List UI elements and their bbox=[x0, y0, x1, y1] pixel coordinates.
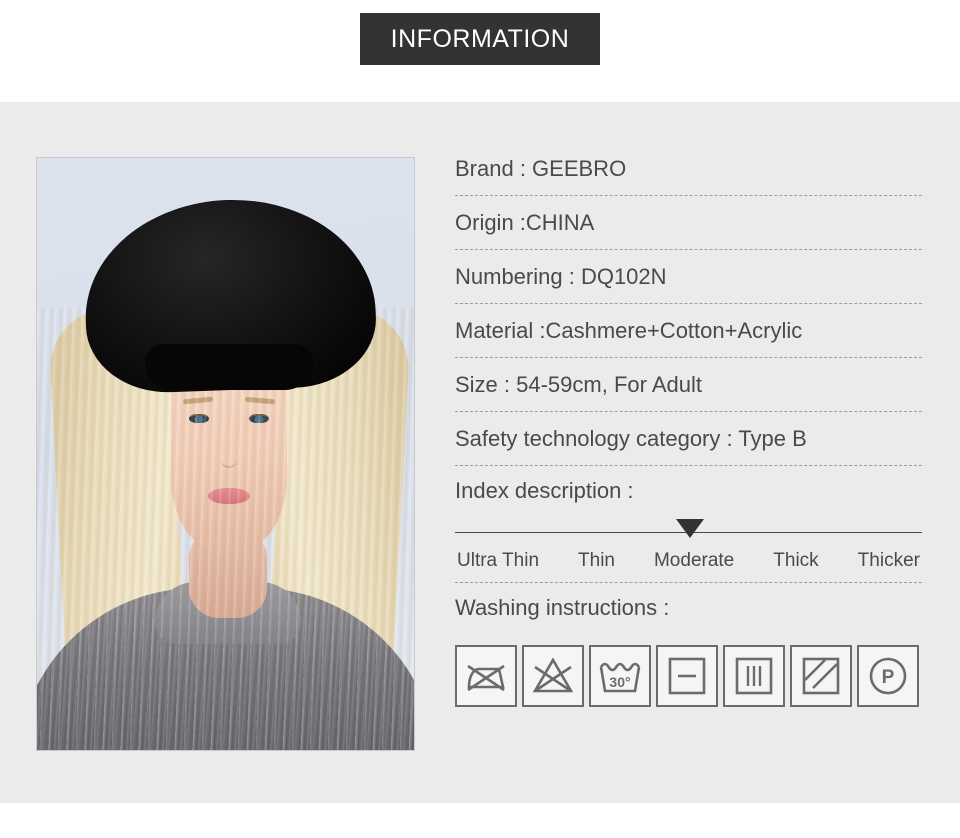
do-not-iron-icon bbox=[455, 645, 517, 707]
scale-label-moderate: Moderate bbox=[653, 550, 735, 571]
page-title: INFORMATION bbox=[360, 13, 600, 65]
specification-list: Brand : GEEBRO Origin :CHINA Numbering :… bbox=[455, 142, 922, 707]
product-photo bbox=[36, 157, 415, 751]
scale-label-thick: Thick bbox=[773, 550, 819, 571]
spec-row-safety-category: Safety technology category : Type B bbox=[455, 412, 922, 466]
do-not-bleach-icon bbox=[522, 645, 584, 707]
drip-dry-icon bbox=[723, 645, 785, 707]
thickness-scale-labels: Ultra Thin Thin Moderate Thick Thicker bbox=[455, 546, 922, 572]
dry-clean-petroleum-icon: P bbox=[857, 645, 919, 707]
spec-row-brand: Brand : GEEBRO bbox=[455, 142, 922, 196]
scale-marker-icon bbox=[676, 519, 704, 538]
dry-clean-letter: P bbox=[882, 667, 895, 688]
wash-temperature-label: 30° bbox=[609, 674, 630, 690]
index-description-section: Index description : Ultra Thin Thin Mode… bbox=[455, 466, 922, 583]
washing-icon-row: 30° P bbox=[455, 635, 922, 707]
spec-row-origin: Origin :CHINA bbox=[455, 196, 922, 250]
washing-instructions-title: Washing instructions : bbox=[455, 595, 670, 620]
information-page: INFORMATION Brand : GEEBRO Origin:CHINA… bbox=[0, 0, 960, 838]
washing-instructions-section: Washing instructions : 30° P bbox=[455, 583, 922, 707]
spec-row-numbering: Numbering : DQ102N bbox=[455, 250, 922, 304]
dry-flat-icon bbox=[656, 645, 718, 707]
dry-in-shade-icon bbox=[790, 645, 852, 707]
scale-label-thicker: Thicker bbox=[857, 550, 920, 571]
content-panel: Brand : GEEBRO Origin :CHINA Numbering :… bbox=[0, 102, 960, 803]
thickness-scale bbox=[455, 518, 922, 546]
beret-band bbox=[145, 344, 313, 390]
scale-label-ultra-thin: Ultra Thin bbox=[457, 550, 540, 571]
wash-30-degrees-icon: 30° bbox=[589, 645, 651, 707]
spec-row-material: Material :Cashmere+Cotton+Acrylic bbox=[455, 304, 922, 358]
scale-label-thin: Thin bbox=[578, 550, 615, 571]
spec-row-size: Size : 54-59cm, For Adult bbox=[455, 358, 922, 412]
index-description-title: Index description : bbox=[455, 478, 634, 503]
header-band: INFORMATION bbox=[0, 0, 960, 102]
